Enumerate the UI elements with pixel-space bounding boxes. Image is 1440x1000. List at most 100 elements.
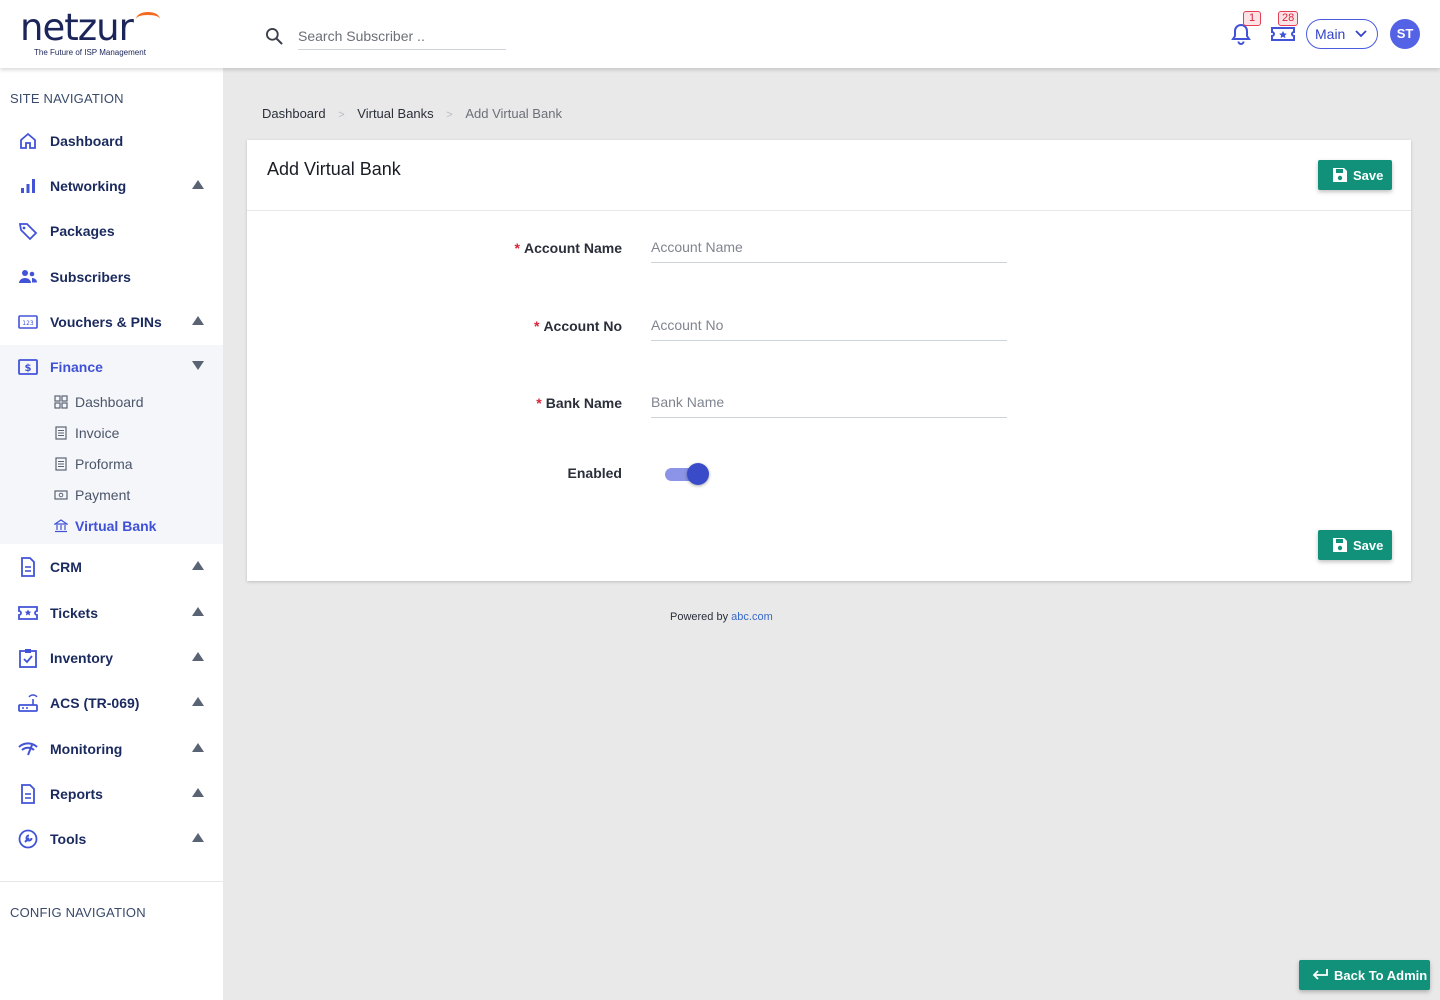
wrench-icon: [18, 829, 38, 849]
svg-text:$: $: [25, 363, 32, 374]
sidebar-item-dashboard[interactable]: Dashboard: [0, 121, 223, 161]
sidebar-item-label: Inventory: [50, 650, 114, 666]
sidebar-subitem-label: Dashboard: [75, 394, 144, 410]
sidebar-item-label: Monitoring: [50, 741, 123, 757]
sidebar-item-label: CRM: [50, 559, 82, 575]
expand-arrow-icon[interactable]: [192, 743, 204, 752]
sidebar-subitem-label: Invoice: [75, 425, 120, 441]
search-input[interactable]: [298, 22, 506, 50]
expand-arrow-icon[interactable]: [192, 833, 204, 842]
expand-arrow-icon[interactable]: [192, 652, 204, 661]
breadcrumb-dashboard[interactable]: Dashboard: [262, 106, 326, 121]
sidebar-item-label: Dashboard: [50, 133, 124, 149]
enabled-label: Enabled: [567, 465, 622, 481]
sidebar-subitem-proforma[interactable]: Proforma: [0, 449, 223, 479]
sidebar-item-tickets[interactable]: Tickets: [0, 593, 223, 633]
bank-name-label-text: Bank Name: [545, 395, 622, 411]
sidebar-item-label: Tickets: [50, 605, 98, 621]
sidebar-item-monitoring[interactable]: Monitoring: [0, 729, 223, 769]
bank-icon: [54, 519, 68, 533]
powered-by: Powered by abc.com: [670, 611, 773, 623]
save-button-bottom[interactable]: Save: [1318, 530, 1392, 560]
sidebar-divider: [0, 881, 223, 882]
logo-tagline: The Future of ISP Management: [34, 48, 146, 57]
breadcrumb: Dashboard > Virtual Banks > Add Virtual …: [262, 106, 562, 121]
sidebar-subitem-label: Proforma: [75, 456, 133, 472]
workspace-select[interactable]: Main: [1306, 19, 1378, 49]
proforma-icon: [55, 457, 67, 471]
sidebar-item-label: Vouchers & PINs: [50, 314, 162, 330]
sidebar-item-subscribers[interactable]: Subscribers: [0, 257, 223, 297]
expand-arrow-icon[interactable]: [192, 788, 204, 797]
account-name-label-text: Account Name: [523, 240, 622, 256]
sidebar-item-label: Finance: [50, 359, 103, 375]
tag-icon: [18, 223, 38, 241]
account-name-label: * Account Name: [382, 240, 622, 256]
users-icon: [19, 270, 37, 283]
home-icon: [20, 132, 36, 149]
account-no-label-text: Account No: [543, 318, 622, 334]
site-navigation-title: SITE NAVIGATION: [10, 91, 124, 106]
expand-arrow-icon[interactable]: [192, 316, 204, 325]
sidebar-item-packages[interactable]: Packages: [0, 211, 223, 251]
save-button-label: Save: [1353, 168, 1384, 183]
breadcrumb-separator-icon: >: [446, 109, 453, 121]
bank-name-input[interactable]: [651, 386, 1007, 418]
sidebar-item-finance[interactable]: $ Finance: [0, 347, 223, 387]
save-icon: [1333, 168, 1347, 182]
toggle-knob[interactable]: [687, 463, 709, 485]
add-virtual-bank-card: Add Virtual Bank Save *Account Name *Acc…: [247, 140, 1411, 581]
search-icon[interactable]: [264, 26, 284, 46]
back-to-admin-button[interactable]: Back To Admin: [1299, 960, 1430, 990]
powered-by-link[interactable]: abc.com: [731, 611, 773, 623]
notifications-count-badge: 1: [1243, 11, 1261, 26]
account-no-input[interactable]: [651, 309, 1007, 341]
tickets-count-badge: 28: [1278, 11, 1299, 26]
expand-arrow-icon[interactable]: [192, 697, 204, 706]
expand-arrow-icon[interactable]: [192, 607, 204, 616]
sidebar-item-label: Tools: [50, 831, 87, 847]
back-to-admin-label: Back To Admin: [1334, 968, 1428, 983]
sidebar-item-label: Reports: [50, 786, 103, 802]
expand-arrow-icon[interactable]: [192, 180, 204, 189]
sidebar-item-acs[interactable]: ACS (TR-069): [0, 683, 223, 723]
sidebar-item-tools[interactable]: Tools: [0, 819, 223, 859]
user-avatar[interactable]: ST: [1390, 19, 1420, 49]
sidebar-item-inventory[interactable]: Inventory: [0, 638, 223, 678]
document-icon: [21, 557, 35, 577]
sidebar-item-networking[interactable]: Networking: [0, 166, 223, 206]
sidebar-subitem-label: Virtual Bank: [75, 518, 157, 534]
signal-icon: [18, 742, 38, 756]
return-arrow-icon: [1312, 969, 1328, 980]
breadcrumb-separator-icon: >: [338, 109, 345, 121]
sidebar-subitem-finance-dashboard[interactable]: Dashboard: [0, 387, 223, 417]
save-button-top[interactable]: Save: [1318, 160, 1392, 190]
dollar-icon: $: [18, 359, 38, 375]
collapse-arrow-icon[interactable]: [192, 361, 204, 370]
sidebar-subitem-virtual-bank[interactable]: Virtual Bank: [0, 511, 223, 541]
enabled-toggle[interactable]: [665, 463, 709, 485]
breadcrumb-virtual-banks[interactable]: Virtual Banks: [357, 106, 433, 121]
sidebar-item-label: Packages: [50, 223, 115, 239]
sidebar-item-reports[interactable]: Reports: [0, 774, 223, 814]
sidebar-subitem-invoice[interactable]: Invoice: [0, 418, 223, 448]
sidebar-item-crm[interactable]: CRM: [0, 547, 223, 587]
save-button-label: Save: [1353, 538, 1384, 553]
sidebar-subitem-payment[interactable]: Payment: [0, 480, 223, 510]
workspace-select-value: Main: [1315, 26, 1346, 42]
invoice-icon: [55, 426, 67, 440]
sidebar-item-label: Subscribers: [50, 269, 131, 285]
top-header: netzur The Future of ISP Management 1 28…: [0, 0, 1440, 68]
page-title: Add Virtual Bank: [267, 159, 401, 179]
expand-arrow-icon[interactable]: [192, 561, 204, 570]
sidebar-item-vouchers-pins[interactable]: 123 Vouchers & PINs: [0, 302, 223, 342]
sidebar-item-label: Networking: [50, 178, 127, 194]
bar-chart-icon: [21, 179, 35, 193]
account-name-input[interactable]: [651, 231, 1007, 263]
netzur-logo[interactable]: netzur The Future of ISP Management: [20, 6, 170, 60]
powered-by-text: Powered by: [670, 611, 729, 623]
logo-wordmark: netzur: [20, 6, 134, 49]
finance-section: $ Finance Dashboard Invoice Proforma Pay…: [0, 345, 223, 544]
logo-arc-icon: [136, 12, 160, 26]
required-mark: *: [514, 240, 520, 256]
